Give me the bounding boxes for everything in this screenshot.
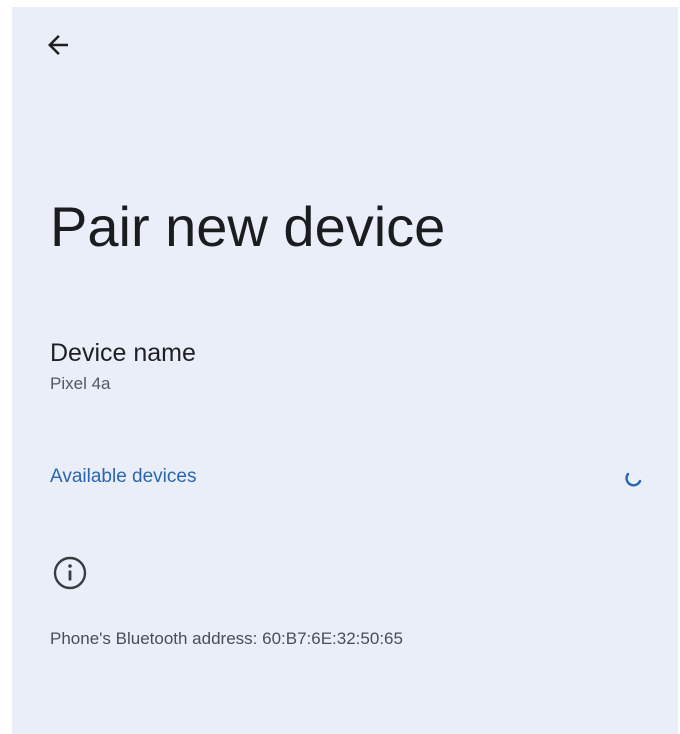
device-name-label: Device name — [50, 339, 196, 367]
arrow-back-icon — [48, 35, 68, 55]
loading-spinner-icon — [625, 472, 642, 487]
available-devices-header: Available devices — [50, 466, 197, 487]
bluetooth-address-text: Phone's Bluetooth address: 60:B7:6E:32:5… — [50, 629, 403, 648]
info-icon — [53, 556, 87, 590]
device-name-setting[interactable]: Device name Pixel 4a — [50, 337, 650, 395]
pair-new-device-screen: Pair new device Device name Pixel 4a Ava… — [12, 7, 678, 734]
page-title: Pair new device — [50, 195, 446, 258]
back-button[interactable] — [38, 25, 78, 65]
device-name-value: Pixel 4a — [50, 374, 111, 393]
